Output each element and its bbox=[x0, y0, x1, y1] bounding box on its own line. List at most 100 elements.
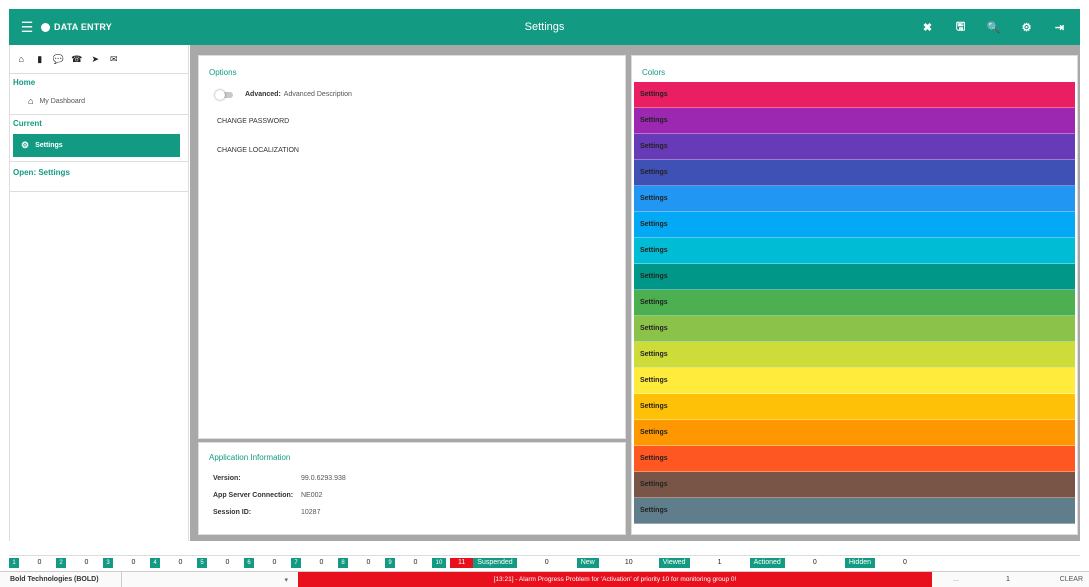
color-swatch[interactable]: Settings bbox=[634, 342, 1075, 368]
priority-counter[interactable]: 40 bbox=[150, 556, 197, 570]
priority-count: 0 bbox=[84, 559, 89, 566]
color-swatch[interactable]: Settings bbox=[634, 316, 1075, 342]
footer: Bold Technologies (BOLD) ▾ [13:21] - Ala… bbox=[0, 571, 1089, 587]
priority-counter[interactable]: 70 bbox=[291, 556, 338, 570]
brand-logo-icon bbox=[41, 22, 50, 32]
priority-number: 2 bbox=[56, 557, 66, 568]
priority-number: 9 bbox=[385, 557, 395, 568]
sidebar-item-settings[interactable]: ⚙ Settings bbox=[13, 134, 180, 157]
menu-icon[interactable]: ☰ bbox=[13, 19, 41, 36]
priority-counter[interactable]: 60 bbox=[244, 556, 291, 570]
priority-counter[interactable]: 90 bbox=[385, 556, 432, 570]
status-filter-label: New bbox=[576, 557, 599, 568]
server-row: App Server Connection: NE002 bbox=[199, 487, 625, 504]
home-icon: ⌂ bbox=[28, 96, 34, 106]
color-swatch[interactable]: Settings bbox=[634, 368, 1075, 394]
version-label: Version: bbox=[213, 475, 241, 482]
alarm-status-bar: 1 0 2 0 3 0 4 0 5 0 6 0 7 0 8 0 9 0 10 11 Suspended 0 New 10 Vie… bbox=[9, 555, 1080, 569]
priority-number: 6 bbox=[244, 557, 254, 568]
status-filter-hidden[interactable]: Hidden 0 bbox=[844, 556, 935, 570]
change-password-button[interactable]: CHANGE PASSWORD bbox=[199, 106, 625, 129]
version-value: 99.0.6293.938 bbox=[301, 475, 346, 482]
priority-count: 0 bbox=[178, 559, 183, 566]
priority-number: 3 bbox=[103, 557, 113, 568]
color-swatch[interactable]: Settings bbox=[634, 264, 1075, 290]
settings-icon[interactable]: ⚙ bbox=[1010, 9, 1043, 45]
main-content: Options Advanced: Advanced Description C… bbox=[190, 45, 1080, 541]
alarm-alert-banner[interactable]: [13:21] - Alarm Progress Problem for 'Ac… bbox=[298, 571, 932, 587]
colors-card: Colors Settings Settings Settings Settings S… bbox=[631, 55, 1078, 535]
status-filter-new[interactable]: New 10 bbox=[576, 556, 659, 570]
sidebar-item-dashboard[interactable]: ⌂ My Dashboard bbox=[10, 89, 188, 114]
toolbar-actions: ✖ 🖫 🔍 ⚙ ⇥ bbox=[911, 9, 1076, 45]
priority-number: 8 bbox=[338, 557, 348, 568]
chat-icon[interactable]: 💬 bbox=[49, 54, 68, 65]
session-value: 10287 bbox=[301, 509, 321, 516]
priority-counter[interactable]: 50 bbox=[197, 556, 244, 570]
color-swatch[interactable]: Settings bbox=[634, 394, 1075, 420]
logout-icon[interactable]: ⇥ bbox=[1043, 9, 1076, 45]
color-swatch[interactable]: Settings bbox=[634, 290, 1075, 316]
home-icon[interactable]: ⌂ bbox=[12, 54, 31, 64]
color-swatch[interactable]: Settings bbox=[634, 498, 1075, 524]
priority-count: 0 bbox=[272, 559, 277, 566]
version-row: Version: 99.0.6293.938 bbox=[199, 470, 625, 487]
sidebar-item-label: My Dashboard bbox=[39, 97, 85, 105]
brand: DATA ENTRY bbox=[41, 22, 112, 32]
priority-counter[interactable]: 20 bbox=[56, 556, 103, 570]
priority-count: 0 bbox=[131, 559, 136, 566]
priority-count: 0 bbox=[225, 559, 230, 566]
mail-icon[interactable]: ✉ bbox=[105, 54, 124, 65]
priority-counter-10[interactable]: 10 11 bbox=[432, 556, 474, 570]
status-filter-count: 0 bbox=[544, 559, 549, 566]
status-filter-viewed[interactable]: Viewed 1 bbox=[658, 556, 750, 570]
phone-icon[interactable]: ☎ bbox=[68, 54, 87, 65]
priority-counter[interactable]: 30 bbox=[103, 556, 150, 570]
close-icon[interactable]: ✖ bbox=[911, 9, 944, 45]
status-filter-count: 10 bbox=[624, 559, 633, 566]
change-localization-button[interactable]: CHANGE LOCALIZATION bbox=[199, 129, 625, 158]
color-swatch[interactable]: Settings bbox=[634, 134, 1075, 160]
color-swatch[interactable]: Settings bbox=[634, 82, 1075, 108]
more-button[interactable]: ... bbox=[932, 576, 980, 583]
sidebar: ⌂ ▮ 💬 ☎ ➤ ✉ Home ⌂ My Dashboard Current ⚙ Set… bbox=[9, 45, 189, 541]
clear-button[interactable]: CLEAR bbox=[1060, 576, 1089, 583]
priority-count-alert: 11 bbox=[450, 557, 474, 568]
color-swatch[interactable]: Settings bbox=[634, 446, 1075, 472]
sidebar-open-settings[interactable]: Open: Settings bbox=[10, 162, 188, 191]
priority-number: 7 bbox=[291, 557, 301, 568]
sidebar-icon-bar: ⌂ ▮ 💬 ☎ ➤ ✉ bbox=[10, 45, 188, 74]
alert-count: 1 bbox=[1006, 576, 1010, 583]
priority-counter[interactable]: 10 bbox=[9, 556, 56, 570]
send-icon[interactable]: ➤ bbox=[86, 54, 105, 65]
sidebar-section-title: Current bbox=[13, 119, 42, 128]
book-icon[interactable]: ▮ bbox=[31, 54, 50, 65]
color-swatch[interactable]: Settings bbox=[634, 472, 1075, 498]
settings-icon: ⚙ bbox=[21, 140, 30, 150]
color-swatch[interactable]: Settings bbox=[634, 160, 1075, 186]
priority-counter[interactable]: 80 bbox=[338, 556, 385, 570]
organization-dropdown[interactable]: ▾ bbox=[122, 576, 298, 584]
color-swatch[interactable]: Settings bbox=[634, 238, 1075, 264]
color-swatch[interactable]: Settings bbox=[634, 212, 1075, 238]
sidebar-section-open: Open: Settings bbox=[10, 162, 188, 192]
app-bar: ☰ DATA ENTRY Settings ✖ 🖫 🔍 ⚙ ⇥ bbox=[9, 9, 1080, 45]
priority-count: 0 bbox=[37, 559, 42, 566]
search-icon[interactable]: 🔍 bbox=[977, 9, 1010, 45]
color-swatch[interactable]: Settings bbox=[634, 186, 1075, 212]
app-info-title: Application Information bbox=[209, 453, 291, 462]
app-info-card: Application Information Version: 99.0.62… bbox=[198, 442, 626, 535]
save-icon[interactable]: 🖫 bbox=[944, 9, 977, 45]
status-filter-suspended[interactable]: Suspended 0 bbox=[473, 556, 576, 570]
color-swatch[interactable]: Settings bbox=[634, 108, 1075, 134]
color-swatch[interactable]: Settings bbox=[634, 420, 1075, 446]
organization-label: Bold Technologies (BOLD) bbox=[0, 571, 122, 587]
priority-count: 0 bbox=[319, 559, 324, 566]
priority-number: 1 bbox=[9, 557, 19, 568]
priority-number: 5 bbox=[197, 557, 207, 568]
advanced-toggle[interactable] bbox=[215, 89, 233, 100]
status-filter-actioned[interactable]: Actioned 0 bbox=[749, 556, 845, 570]
status-filter-count: 0 bbox=[812, 559, 817, 566]
advanced-setting-row: Advanced: Advanced Description bbox=[199, 83, 625, 106]
priority-number: 10 bbox=[432, 557, 446, 568]
